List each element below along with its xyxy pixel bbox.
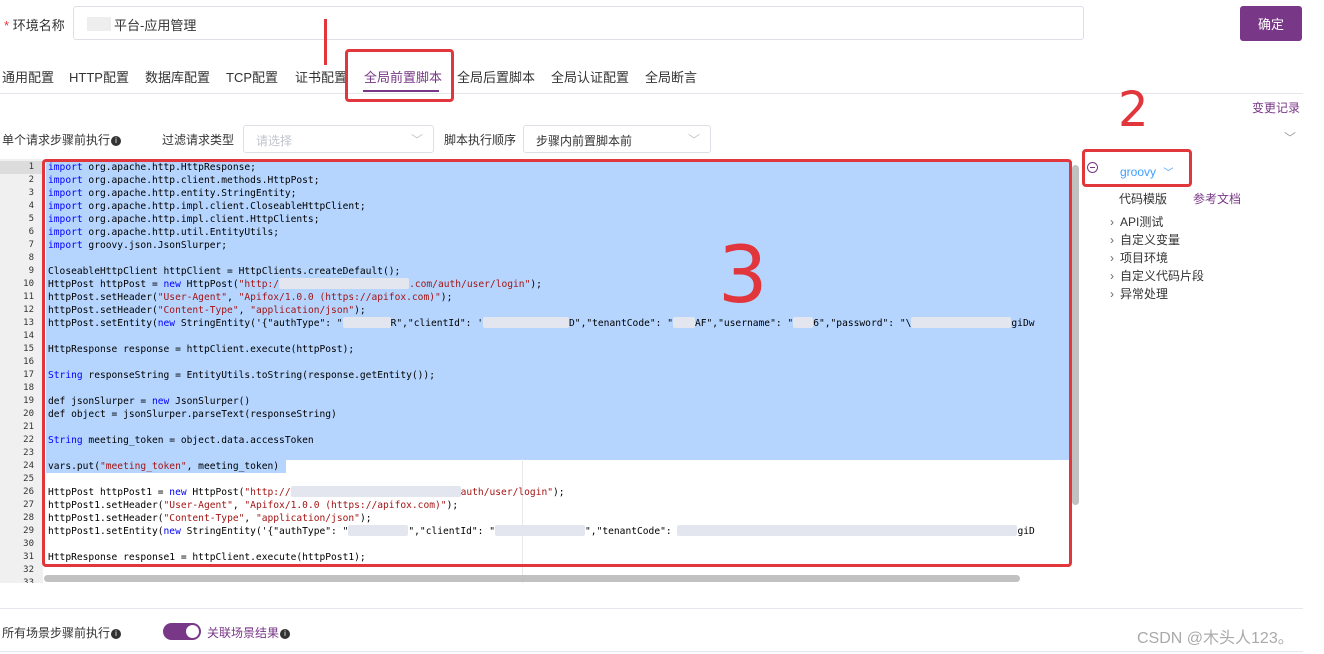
change-log-link[interactable]: 变更记录 bbox=[1252, 99, 1300, 116]
line-number: 2 bbox=[28, 175, 34, 185]
line-number: 28 bbox=[23, 513, 34, 523]
line-number: 9 bbox=[28, 266, 34, 276]
line-number: 26 bbox=[23, 487, 34, 497]
exec-order-label: 脚本执行顺序 bbox=[444, 133, 517, 147]
line-number: 3 bbox=[28, 188, 34, 198]
bottom-divider bbox=[0, 651, 1303, 652]
line-number: 18 bbox=[23, 383, 34, 393]
chevron-right-icon: › bbox=[1110, 251, 1114, 265]
line-number: 10 bbox=[23, 279, 34, 289]
line-number: 17 bbox=[23, 370, 34, 380]
tree-item-api-test[interactable]: › API测试 bbox=[1110, 213, 1163, 230]
line-number: 22 bbox=[23, 435, 34, 445]
tab-http[interactable]: HTTP配置 bbox=[69, 67, 129, 86]
chevron-right-icon: › bbox=[1110, 233, 1114, 247]
line-number: 13 bbox=[23, 318, 34, 328]
annotation-mark-1 bbox=[324, 19, 327, 65]
highlight-box-editor bbox=[42, 159, 1072, 567]
tab-database[interactable]: 数据库配置 bbox=[145, 67, 210, 86]
line-number: 7 bbox=[28, 240, 34, 250]
reference-docs-link[interactable]: 参考文档 bbox=[1193, 190, 1241, 207]
line-number: 21 bbox=[23, 422, 34, 432]
tab-global-auth[interactable]: 全局认证配置 bbox=[551, 67, 629, 86]
collapse-chevron-icon[interactable]: ﹀ bbox=[1284, 129, 1296, 146]
env-label-wrap: * 环境名称 bbox=[4, 15, 65, 34]
redacted-text bbox=[87, 17, 111, 31]
exec-order-select[interactable]: 步骤内前置脚本前 ﹀ bbox=[523, 125, 711, 153]
required-mark: * bbox=[4, 18, 10, 33]
line-number: 20 bbox=[23, 409, 34, 419]
horizontal-scrollbar[interactable] bbox=[44, 575, 1020, 582]
env-name-label: 环境名称 bbox=[12, 18, 65, 33]
info-icon: i bbox=[111, 136, 122, 146]
tree-item-project-env[interactable]: › 项目环境 bbox=[1110, 249, 1168, 266]
chevron-down-icon: ﹀ bbox=[1163, 168, 1174, 179]
line-number: 31 bbox=[23, 552, 34, 562]
confirm-button[interactable]: 确定 bbox=[1240, 6, 1302, 41]
info-icon: i bbox=[111, 629, 122, 639]
line-number: 16 bbox=[23, 357, 34, 367]
highlight-box-tab bbox=[345, 49, 454, 102]
language-select[interactable]: groovy ﹀ bbox=[1120, 164, 1173, 179]
tab-certificate[interactable]: 证书配置 bbox=[295, 67, 347, 86]
env-name-value: 平台-应用管理 bbox=[114, 18, 197, 33]
env-name-input[interactable]: 平台-应用管理 bbox=[73, 6, 1084, 40]
all-scenario-label-wrap: 所有场景步骤前执行 i bbox=[2, 624, 122, 641]
chevron-right-icon: › bbox=[1110, 287, 1114, 301]
line-number: 6 bbox=[28, 227, 34, 237]
chevron-down-icon: ﹀ bbox=[687, 133, 700, 147]
line-number: 1 bbox=[28, 162, 34, 172]
line-number: 15 bbox=[23, 344, 34, 354]
single-step-label-wrap: 单个请求步骤前执行 i bbox=[2, 131, 122, 148]
line-number: 29 bbox=[23, 526, 34, 536]
watermark: CSDN @木头人123。 bbox=[1137, 630, 1294, 647]
tree-item-custom-snippets[interactable]: › 自定义代码片段 bbox=[1110, 267, 1204, 284]
vertical-scrollbar[interactable] bbox=[1072, 165, 1079, 505]
related-results-wrap: 关联场景结果 i bbox=[207, 624, 291, 641]
annotation-3: 3 bbox=[718, 231, 768, 321]
filter-type-label: 过滤请求类型 bbox=[162, 133, 235, 147]
tabs-divider bbox=[0, 93, 1303, 94]
chevron-right-icon: › bbox=[1110, 269, 1114, 283]
tab-global-post-script[interactable]: 全局后置脚本 bbox=[457, 67, 535, 86]
line-number: 5 bbox=[28, 214, 34, 224]
info-icon: i bbox=[280, 629, 291, 639]
line-number: 8 bbox=[28, 253, 34, 263]
collapse-circle-icon[interactable] bbox=[1087, 162, 1098, 173]
line-number: 4 bbox=[28, 201, 34, 211]
filter-type-placeholder: 请选择 bbox=[256, 134, 293, 148]
chevron-down-icon: ﹀ bbox=[410, 133, 423, 147]
tab-global-assertion[interactable]: 全局断言 bbox=[645, 67, 697, 86]
section-divider bbox=[0, 608, 1303, 609]
line-number: 14 bbox=[23, 331, 34, 341]
line-number: 11 bbox=[23, 292, 34, 302]
annotation-2: 2 bbox=[1118, 82, 1149, 138]
chevron-right-icon: › bbox=[1110, 215, 1114, 229]
line-number: 27 bbox=[23, 500, 34, 510]
related-results-label: 关联场景结果 bbox=[207, 626, 280, 640]
all-scenario-toggle[interactable] bbox=[163, 623, 201, 640]
tab-tcp[interactable]: TCP配置 bbox=[226, 67, 278, 86]
line-number: 33 bbox=[23, 578, 34, 583]
all-scenario-label: 所有场景步骤前执行 bbox=[2, 626, 111, 640]
line-number: 12 bbox=[23, 305, 34, 315]
language-value: groovy bbox=[1120, 165, 1157, 179]
line-number: 30 bbox=[23, 539, 34, 549]
line-number: 19 bbox=[23, 396, 34, 406]
tree-item-custom-vars[interactable]: › 自定义变量 bbox=[1110, 231, 1180, 248]
line-number: 25 bbox=[23, 474, 34, 484]
line-number: 32 bbox=[23, 565, 34, 575]
tree-item-exception[interactable]: › 异常处理 bbox=[1110, 285, 1168, 302]
exec-order-value: 步骤内前置脚本前 bbox=[536, 134, 633, 148]
line-number: 23 bbox=[23, 448, 34, 458]
code-template-title: 代码模版 bbox=[1119, 192, 1168, 206]
tab-general[interactable]: 通用配置 bbox=[2, 67, 54, 86]
filter-type-select[interactable]: 请选择 ﹀ bbox=[243, 125, 434, 153]
line-number: 24 bbox=[23, 461, 34, 471]
single-step-label: 单个请求步骤前执行 bbox=[2, 133, 111, 147]
